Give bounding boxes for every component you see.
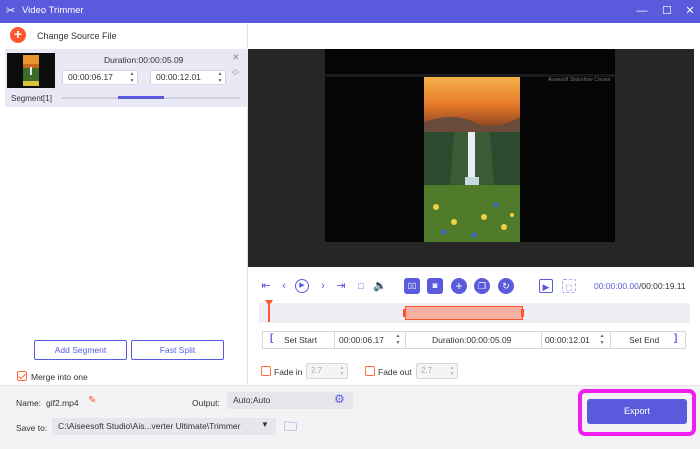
fade-in-checkbox[interactable] [261,366,271,376]
playhead-line [268,305,270,322]
export-highlight [578,389,696,436]
set-start-button[interactable]: Set Start [284,335,317,345]
volume-icon[interactable]: 🔉 [373,279,387,293]
total-time: /00:00:19.11 [639,281,686,291]
preview-watermark: Aiseesoft Slideshow Creator [548,77,611,83]
split-icon[interactable]: ▯▯ [404,278,420,294]
skip-start-icon[interactable]: ⇤ [259,279,273,293]
segment-track-selection [118,96,164,99]
segment-duration: Duration:00:00:05.09 [104,55,184,65]
segment-end-field[interactable]: 00:00:12.01 [150,70,226,85]
previous-frame-icon[interactable]: ‹ [277,279,291,293]
fade-in-label: Fade in [274,367,303,377]
edit-name-icon[interactable]: ✎ [88,395,96,406]
divider [405,331,406,349]
maximize-icon[interactable]: ☐ [658,3,676,19]
current-time: 00:00:00.00 [594,281,639,291]
spin-down-icon[interactable]: ▼ [217,78,223,84]
spin-down-icon[interactable]: ▼ [129,78,135,84]
trim-duration: Duration:00:00:05.09 [432,335,512,345]
fade-out-label: Fade out [378,367,412,377]
spin-down-icon[interactable]: ▼ [599,340,605,346]
timeline-end-handle[interactable] [521,309,524,317]
spin-up-icon[interactable]: ▲ [217,71,223,77]
merge-label: Merge into one [31,372,88,382]
preview-image [424,77,520,242]
stop-icon[interactable]: □ [354,279,368,293]
file-name-field[interactable]: gif2.mp4 [46,398,79,408]
minimize-icon[interactable]: — [633,3,651,19]
trim-start-field[interactable]: 00:00:06.17 [339,335,384,345]
add-icon[interactable]: + [451,278,467,294]
segment-label: Segment[1] [11,94,52,103]
set-start-bracket-icon[interactable]: [ [270,333,273,344]
spin-up-icon[interactable]: ▲ [599,333,605,339]
skip-end-icon[interactable]: ⇥ [334,279,348,293]
spin-down-icon[interactable]: ▼ [449,371,455,377]
segment-thumbnail [7,53,55,88]
spin-up-icon[interactable]: ▲ [129,71,135,77]
window-title: Video Trimmer [22,5,84,16]
gear-icon[interactable]: ⚙ [334,392,345,406]
close-icon[interactable]: ✕ [681,3,699,19]
save-to-label: Save to: [16,423,48,433]
add-segment-button[interactable]: Add Segment [34,340,127,360]
chevron-down-icon[interactable]: ▼ [261,420,269,429]
play-icon[interactable]: ▶ [295,279,309,293]
timeline-selection[interactable] [405,306,523,320]
segment-start-field[interactable]: 00:00:06.17 [62,70,138,85]
next-frame-icon[interactable]: › [316,279,330,293]
name-label: Name: [16,398,42,408]
change-source-file-button[interactable]: Change Source File [37,31,117,41]
timeline-start-handle[interactable] [403,309,406,317]
add-source-icon[interactable]: + [10,27,26,43]
trim-end-field[interactable]: 00:00:12.01 [545,335,590,345]
divider [610,331,611,349]
spin-down-icon[interactable]: ▼ [395,340,401,346]
fast-split-button[interactable]: Fast Split [131,340,224,360]
move-down-icon[interactable]: ﹀ [232,71,239,81]
folder-icon[interactable]: 🗀 [284,418,297,440]
spin-up-icon[interactable]: ▲ [395,333,401,339]
reset-icon[interactable]: ↻ [498,278,514,294]
set-end-frame-icon[interactable]: ◻ [562,279,576,293]
copy-icon[interactable]: ❐ [474,278,490,294]
divider [334,331,335,349]
title-bar: ✂ Video Trimmer — ☐ ✕ [0,0,700,23]
output-label: Output: [192,398,220,408]
set-end-bracket-icon[interactable]: ] [674,333,677,344]
divider [541,331,542,349]
delete-segment-icon[interactable]: ✕ [232,52,240,63]
save-path-field[interactable]: C:\Aiseesoft Studio\Ais...verter Ultimat… [52,418,276,435]
spin-down-icon[interactable]: ▼ [339,371,345,377]
set-end-button[interactable]: Set End [629,335,659,345]
snapshot-icon[interactable]: ◙ [427,278,443,294]
scissors-icon: ✂ [6,5,16,17]
set-start-frame-icon[interactable]: ▶ [539,279,553,293]
fade-out-checkbox[interactable] [365,366,375,376]
merge-checkbox[interactable] [17,371,27,381]
